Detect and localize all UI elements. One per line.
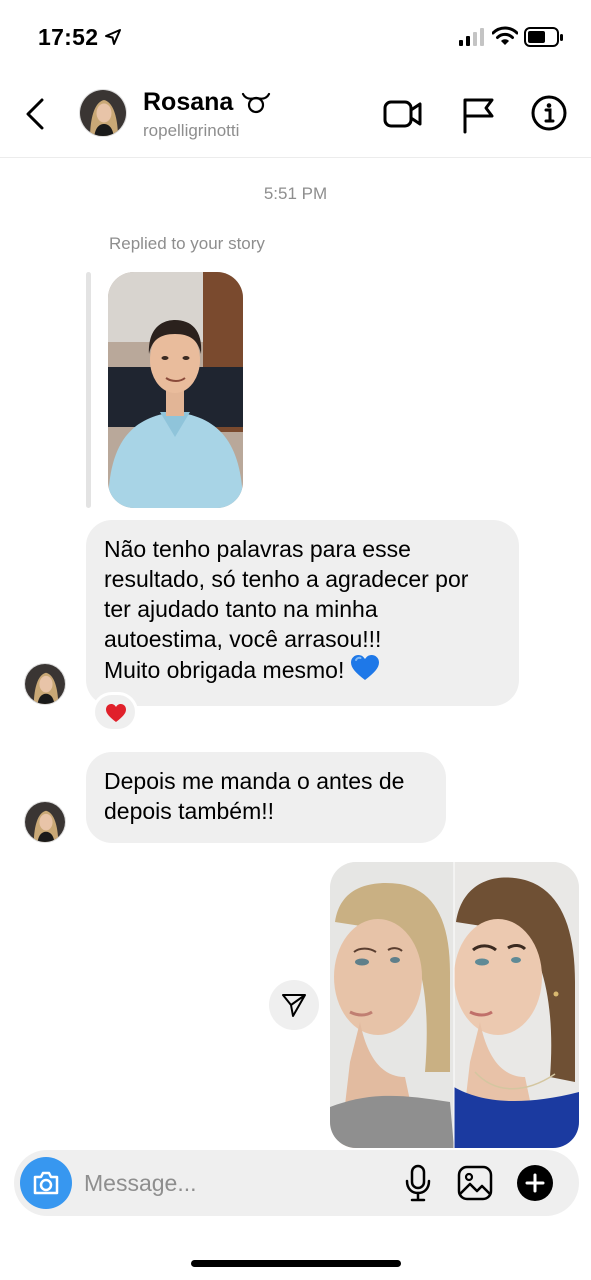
- red-heart-icon: [106, 704, 126, 722]
- message-bubble[interactable]: Depois me manda o antes de depois também…: [86, 752, 446, 843]
- avatar[interactable]: [79, 89, 127, 137]
- contact-username[interactable]: ropelligrinotti: [143, 121, 239, 141]
- contact-name[interactable]: Rosana: [143, 88, 233, 117]
- message-input[interactable]: [84, 1167, 384, 1199]
- blue-heart-icon: [351, 655, 380, 680]
- info-icon[interactable]: [530, 94, 568, 132]
- wifi-icon: [492, 26, 518, 45]
- story-reply-bar: [86, 272, 91, 508]
- status-bar: 17:52: [0, 0, 591, 76]
- story-photo: [108, 272, 243, 508]
- microphone-icon[interactable]: [404, 1164, 432, 1202]
- profile-photo: [80, 90, 126, 136]
- share-button[interactable]: [269, 980, 319, 1030]
- avatar[interactable]: [24, 801, 66, 843]
- battery-icon: [524, 27, 563, 47]
- message-text: resultado, só tenho a agradecer por: [104, 566, 469, 592]
- gallery-icon[interactable]: [457, 1165, 493, 1201]
- message-text: Muito obrigada mesmo!: [104, 657, 345, 683]
- story-reply-note: Replied to your story: [109, 234, 265, 253]
- status-time: 17:52: [38, 24, 99, 50]
- profile-photo: [25, 802, 65, 842]
- location-arrow-icon: [105, 29, 121, 45]
- camera-button[interactable]: [20, 1157, 72, 1209]
- message-bubble[interactable]: Não tenho palavras para esse resultado, …: [86, 520, 519, 706]
- story-thumbnail[interactable]: [108, 272, 243, 508]
- flag-icon[interactable]: [460, 94, 496, 134]
- camera-icon: [33, 1171, 59, 1195]
- plus-circle-icon[interactable]: [517, 1165, 553, 1201]
- before-after-image: [330, 862, 579, 1148]
- taurus-symbol-icon: [241, 92, 271, 114]
- message-composer: [14, 1150, 579, 1216]
- profile-photo: [25, 664, 65, 704]
- message-text: autoestima, você arrasou!!!: [104, 626, 382, 652]
- message-text: ter ajudado tanto na minha: [104, 596, 378, 622]
- video-call-icon[interactable]: [383, 96, 423, 132]
- avatar[interactable]: [24, 663, 66, 705]
- message-reaction[interactable]: [92, 692, 138, 732]
- message-text: Não tenho palavras para esse: [104, 536, 411, 562]
- chat-header: Rosana ropelligrinotti: [0, 76, 591, 158]
- cellular-signal-icon: [459, 28, 484, 46]
- before-after-photo[interactable]: [330, 862, 579, 1148]
- home-indicator: [191, 1260, 401, 1267]
- message-timestamp: 5:51 PM: [263, 184, 328, 203]
- send-icon: [282, 994, 306, 1017]
- message-text: Depois me manda o antes de: [104, 768, 405, 794]
- back-button[interactable]: [22, 94, 52, 134]
- message-text: depois também!!: [104, 798, 275, 824]
